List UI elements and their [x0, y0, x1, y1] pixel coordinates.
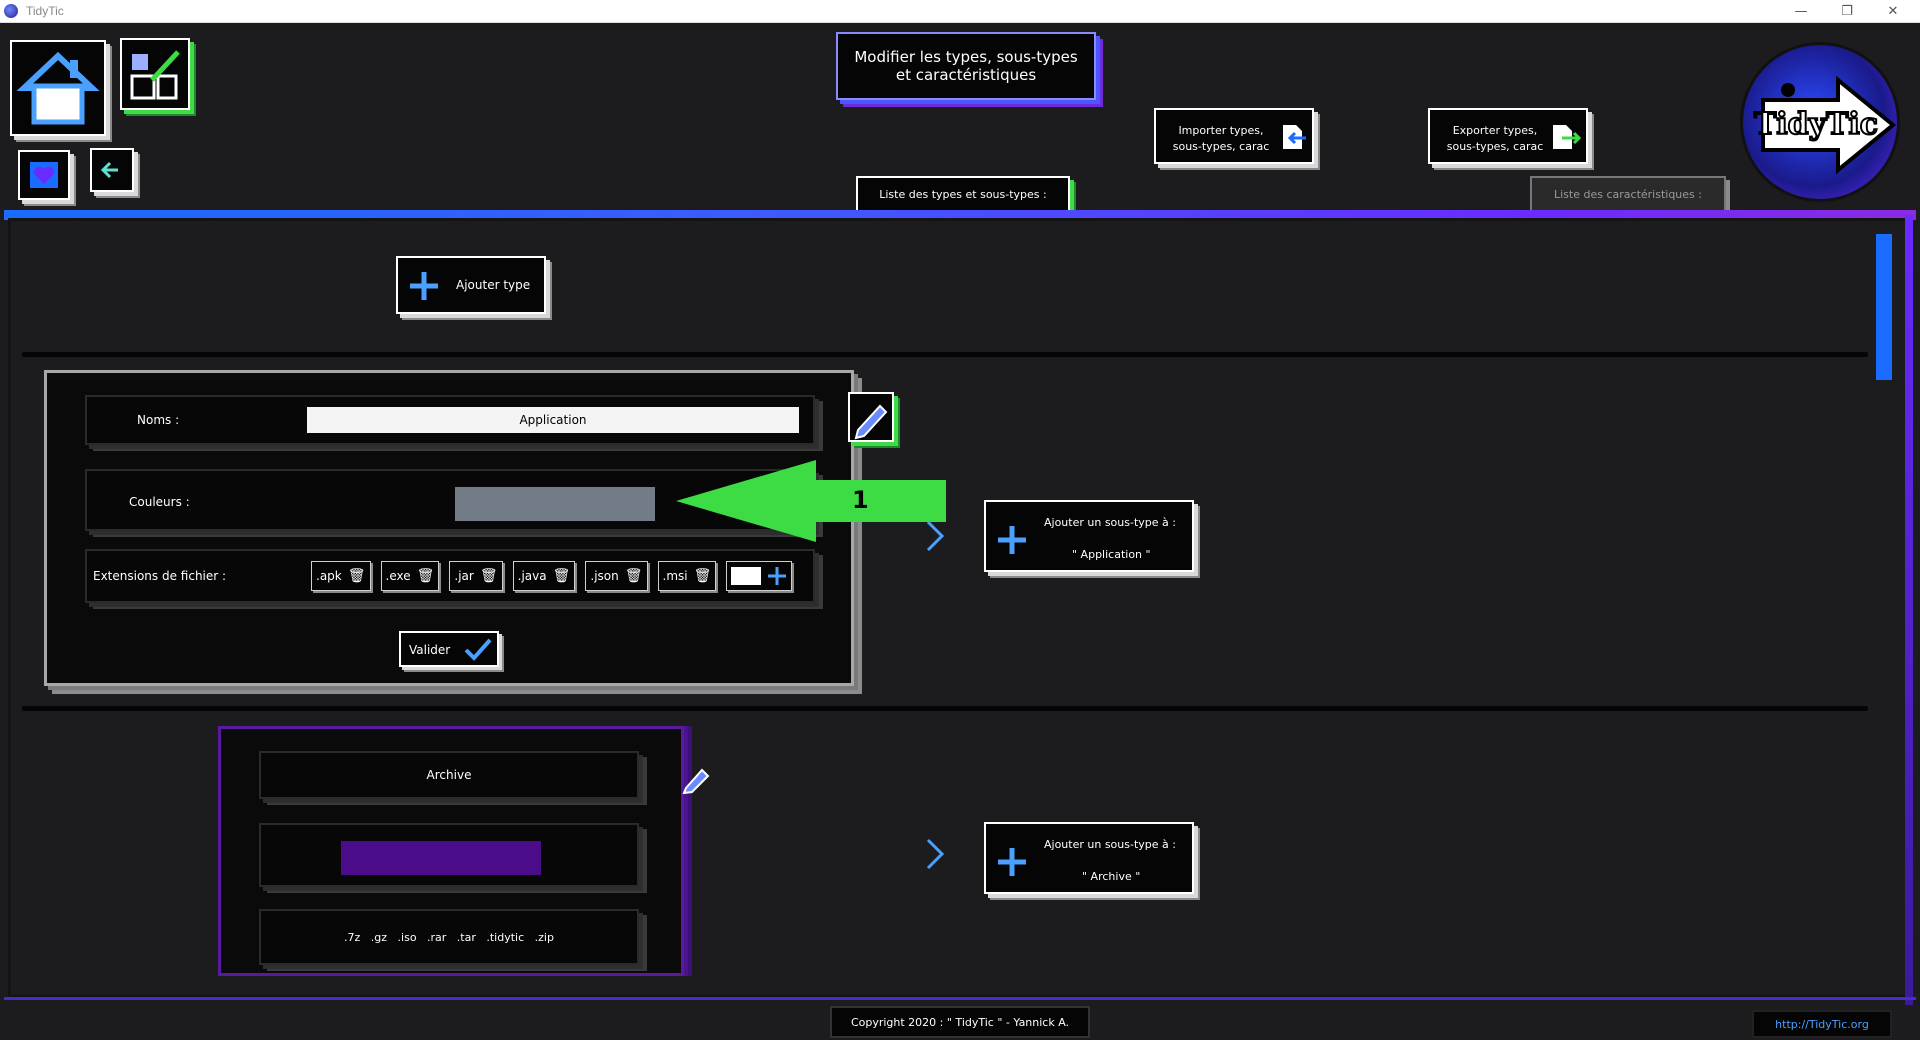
color-swatch[interactable] — [455, 487, 655, 521]
color-label: Couleurs : — [129, 495, 190, 509]
annotation-label: 1 — [852, 486, 869, 514]
trash-icon[interactable]: 🗑 — [625, 568, 643, 584]
tab-caracteristiques[interactable]: Liste des caractéristiques : — [1530, 176, 1726, 212]
plus-icon — [998, 526, 1026, 554]
new-extension-field[interactable] — [726, 561, 793, 591]
name-label: Noms : — [137, 413, 180, 427]
back-button[interactable] — [90, 148, 134, 192]
add-subtype-line1: Ajouter un sous-type à : — [1044, 516, 1176, 529]
media-edit-icon — [130, 50, 180, 100]
extension-chip[interactable]: .java 🗑 — [512, 561, 576, 591]
name-input[interactable]: Application — [307, 407, 799, 433]
minimize-button[interactable]: — — [1778, 0, 1824, 23]
add-subtype-line1: Ajouter un sous-type à : — [1044, 838, 1176, 851]
export-icon — [1553, 125, 1582, 149]
export-button[interactable]: Exporter types, sous-types, carac — [1428, 108, 1588, 164]
page-title: Modifier les types, sous-types et caract… — [836, 32, 1096, 100]
extension-text: .apk — [316, 569, 342, 583]
logo-text: TidyTic — [1753, 106, 1879, 143]
import-button[interactable]: Importer types, sous-types, carac — [1154, 108, 1314, 164]
add-subtype-line2: " Application " — [1072, 548, 1151, 561]
plus-icon[interactable] — [767, 566, 787, 586]
validate-button[interactable]: Valider — [399, 631, 499, 667]
copyright-text: Copyright 2020 : " TidyTic " - Yannick A… — [850, 1015, 1070, 1029]
extension-text: .msi — [662, 569, 688, 583]
trash-icon[interactable]: 🗑 — [417, 568, 435, 584]
window-title: TidyTic — [26, 4, 64, 18]
add-subtype-archive-button[interactable]: Ajouter un sous-type à : " Archive " — [984, 822, 1194, 894]
add-type-label: Ajouter type — [456, 278, 531, 292]
tab-types-label: Liste des types et sous-types : — [879, 187, 1047, 201]
export-label-1: Exporter types, — [1452, 124, 1538, 137]
annotation-arrow-icon — [676, 460, 946, 542]
extension-text: .jar — [454, 569, 474, 583]
pencil-icon — [854, 404, 888, 440]
extension-chip[interactable]: .jar 🗑 — [449, 561, 503, 591]
chevron-right-icon[interactable] — [924, 838, 946, 870]
extensions-list: .apk 🗑 .exe 🗑 .jar 🗑 .java 🗑 .json 🗑 .msi 🗑 — [311, 561, 793, 591]
title-bar: TidyTic — ❐ ✕ — [0, 0, 1920, 23]
home-button[interactable] — [10, 40, 106, 136]
back-arrow-icon — [100, 161, 118, 179]
archive-name-row: Archive — [259, 751, 639, 799]
trash-icon[interactable]: 🗑 — [694, 568, 712, 584]
divider — [22, 706, 1868, 711]
add-subtype-application-button[interactable]: Ajouter un sous-type à : " Application " — [984, 500, 1194, 572]
website-link-text[interactable]: http://TidyTic.org — [1775, 1018, 1869, 1031]
validate-label: Valider — [409, 643, 451, 657]
extension-chip[interactable]: .msi 🗑 — [657, 561, 717, 591]
archive-extensions: .7z .gz .iso .rar .tar .tidytic .zip — [344, 930, 554, 944]
name-row: Noms : Application — [85, 395, 815, 445]
add-subtype-line2: " Archive " — [1082, 870, 1141, 883]
extension-text: .java — [517, 569, 547, 583]
trash-icon[interactable]: 🗑 — [348, 568, 366, 584]
page-title-line1: Modifier les types, sous-types — [854, 48, 1078, 66]
scrollbar-thumb[interactable] — [1876, 234, 1892, 380]
archive-color-swatch — [341, 841, 541, 875]
archive-color-row — [259, 823, 639, 887]
favorites-button[interactable] — [18, 150, 70, 200]
import-icon — [1283, 125, 1306, 149]
copyright-box: Copyright 2020 : " TidyTic " - Yannick A… — [830, 1006, 1090, 1038]
extension-chip[interactable]: .exe 🗑 — [380, 561, 440, 591]
app-icon — [4, 4, 18, 18]
tab-types[interactable]: Liste des types et sous-types : — [856, 176, 1070, 212]
export-label-2: sous-types, carac — [1446, 140, 1544, 153]
home-icon — [16, 51, 100, 125]
extension-text: .json — [590, 569, 619, 583]
import-label-2: sous-types, carac — [1172, 140, 1270, 153]
edit-type-button[interactable] — [848, 392, 894, 442]
trash-icon[interactable]: 🗑 — [553, 568, 571, 584]
chevron-right-icon[interactable] — [924, 520, 946, 552]
restore-button[interactable]: ❐ — [1824, 0, 1870, 23]
divider — [22, 352, 1868, 357]
checkmark-icon — [464, 638, 492, 661]
extension-chip[interactable]: .apk 🗑 — [311, 561, 371, 591]
tab-carac-label: Liste des caractéristiques : — [1554, 187, 1702, 201]
panel-right-border — [1905, 215, 1913, 1005]
type-archive-card: Archive .7z .gz .iso .rar .tar .tidytic … — [218, 726, 684, 976]
add-type-button[interactable]: Ajouter type — [396, 256, 546, 314]
extension-chip[interactable]: .json 🗑 — [585, 561, 648, 591]
pencil-icon[interactable] — [680, 760, 714, 794]
extensions-label: Extensions de fichier : — [93, 569, 227, 583]
archive-extensions-row: .7z .gz .iso .rar .tar .tidytic .zip — [259, 909, 639, 965]
tidytic-logo: TidyTic — [1740, 42, 1900, 202]
extension-text: .exe — [385, 569, 411, 583]
plus-icon — [998, 848, 1026, 876]
trash-icon[interactable]: 🗑 — [480, 568, 498, 584]
media-button[interactable] — [120, 38, 190, 110]
archive-name: Archive — [426, 768, 472, 782]
new-extension-input[interactable] — [731, 567, 762, 585]
panel-bottom-border — [4, 997, 1916, 1000]
page-title-line2: et caractéristiques — [895, 66, 1037, 84]
website-link[interactable]: http://TidyTic.org — [1752, 1010, 1892, 1038]
heart-icon — [30, 162, 58, 188]
import-label-1: Importer types, — [1178, 124, 1264, 137]
plus-icon — [410, 272, 438, 300]
close-button[interactable]: ✕ — [1870, 0, 1916, 23]
